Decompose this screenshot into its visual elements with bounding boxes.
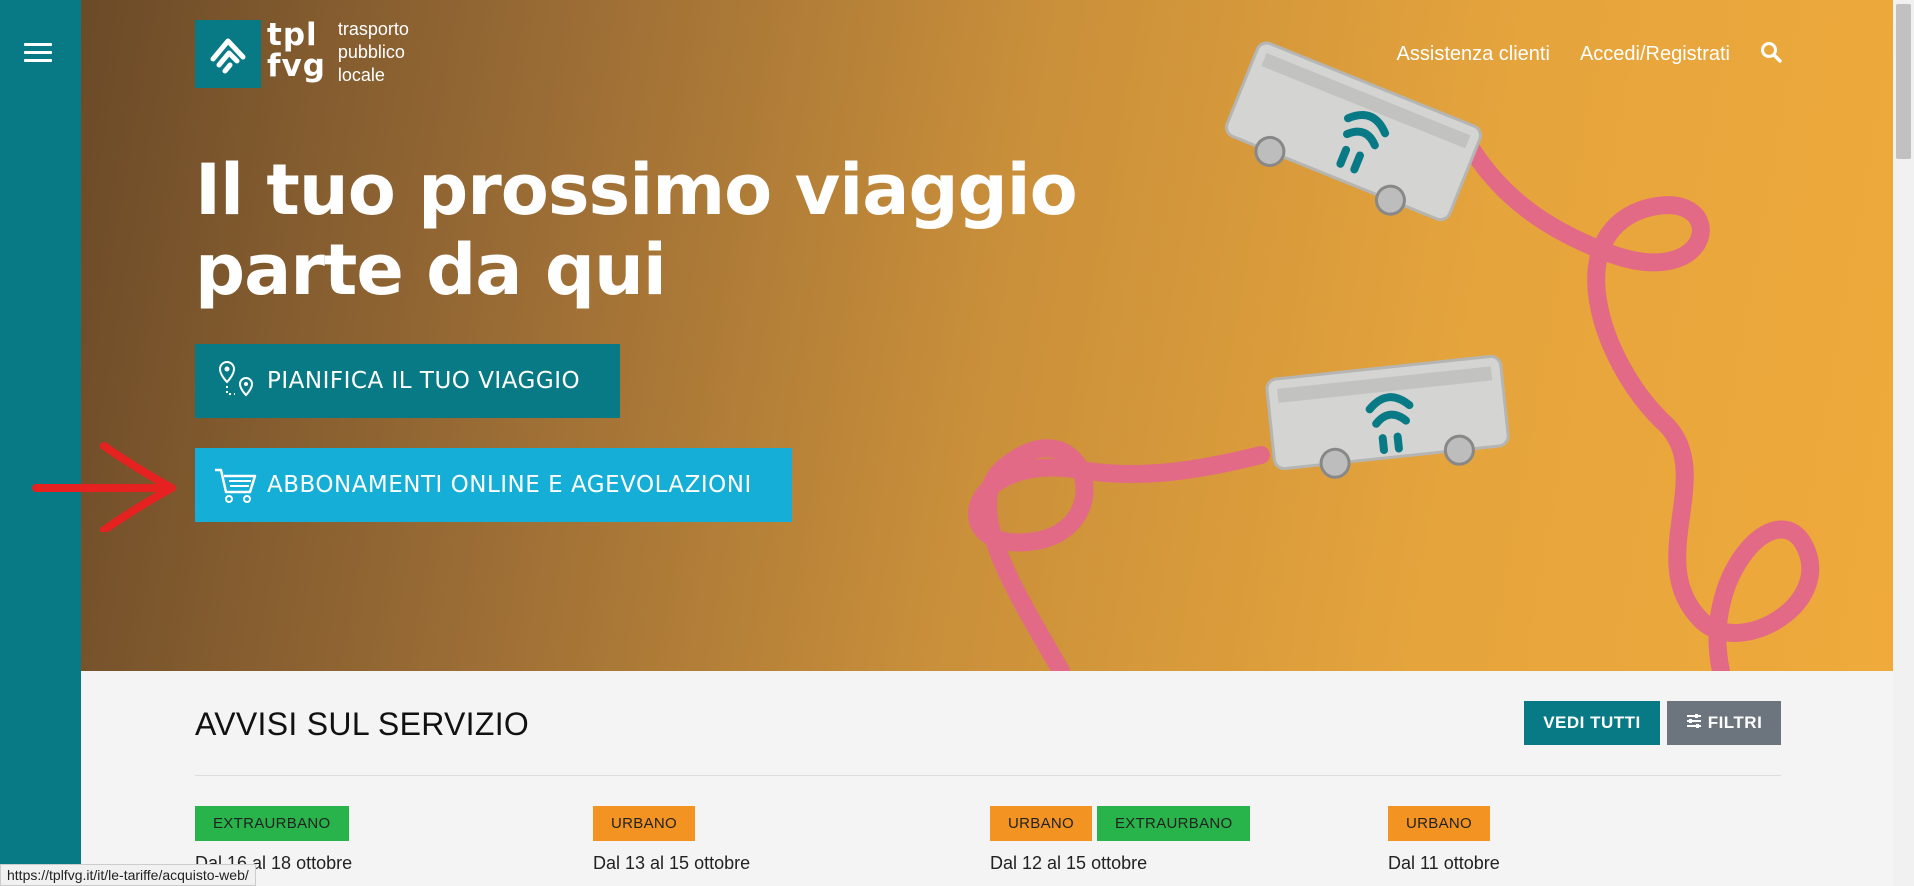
- plan-trip-button[interactable]: PIANIFICA IL TUO VIAGGIO: [195, 344, 620, 418]
- headline-line-2: parte da qui: [195, 229, 667, 311]
- headline-line-1: Il tuo prossimo viaggio: [195, 149, 1078, 231]
- category-badge: URBANO: [593, 806, 695, 841]
- plan-trip-label: PIANIFICA IL TUO VIAGGIO: [267, 368, 581, 394]
- notices-divider: [195, 775, 1781, 776]
- route-pin-icon: [211, 358, 261, 404]
- notices-title: AVVISI SUL SERVIZIO: [195, 706, 530, 742]
- hero-headline: Il tuo prossimo viaggio parte da qui: [195, 149, 1078, 311]
- red-arrow-annotation: [32, 442, 176, 532]
- service-notices-section: AVVISI SUL SERVIZIO VEDI TUTTI FILTRI EX…: [81, 671, 1893, 886]
- notice-card[interactable]: URBANO Dal 11 ottobre: [1388, 806, 1500, 874]
- customer-support-link[interactable]: Assistenza clienti: [1397, 43, 1550, 66]
- cart-icon: [211, 462, 261, 508]
- online-subscriptions-button[interactable]: ABBONAMENTI ONLINE E AGEVOLAZIONI: [195, 448, 792, 522]
- search-icon[interactable]: [1760, 41, 1782, 68]
- site-logo[interactable]: tpl fvg trasporto pubblico locale: [195, 18, 409, 88]
- category-badge: URBANO: [1388, 806, 1490, 841]
- category-badge: EXTRAURBANO: [1096, 806, 1251, 841]
- view-all-button[interactable]: VEDI TUTTI: [1524, 701, 1660, 745]
- top-navigation: Assistenza clienti Accedi/Registrati: [1397, 41, 1782, 68]
- logo-line-1: tpl: [267, 17, 318, 53]
- menu-icon[interactable]: [24, 43, 52, 63]
- online-subscriptions-label: ABBONAMENTI ONLINE E AGEVOLAZIONI: [267, 472, 752, 498]
- category-badge: URBANO: [990, 806, 1092, 841]
- filters-button[interactable]: FILTRI: [1667, 701, 1781, 745]
- notice-card[interactable]: URBANO Dal 13 al 15 ottobre: [593, 806, 750, 874]
- filters-label: FILTRI: [1707, 713, 1763, 732]
- category-badge: EXTRAURBANO: [195, 806, 349, 841]
- page-scrollbar[interactable]: [1893, 0, 1914, 886]
- logo-sub-1: trasporto: [337, 19, 409, 39]
- logo-tagline: trasporto pubblico locale: [338, 18, 409, 87]
- logo-mark-icon: [195, 20, 261, 88]
- notice-date: Dal 11 ottobre: [1388, 853, 1500, 873]
- notice-date: Dal 13 al 15 ottobre: [593, 853, 751, 873]
- notice-card[interactable]: URBANO EXTRAURBANO Dal 12 al 15 ottobre: [990, 806, 1251, 874]
- logo-line-2: fvg: [267, 48, 326, 84]
- notice-date: Dal 12 al 15 ottobre: [990, 853, 1148, 873]
- logo-wordmark: tpl fvg: [267, 20, 326, 82]
- login-register-link[interactable]: Accedi/Registrati: [1580, 43, 1730, 66]
- scrollbar-thumb[interactable]: [1896, 4, 1911, 159]
- hero-banner: [81, 0, 1893, 671]
- logo-sub-2: pubblico: [337, 42, 405, 62]
- browser-status-url: https://tplfvg.it/it/le-tariffe/acquisto…: [0, 864, 256, 886]
- logo-sub-3: locale: [337, 65, 385, 85]
- filter-icon: [1686, 713, 1702, 733]
- hero-illustration: [968, 41, 1820, 671]
